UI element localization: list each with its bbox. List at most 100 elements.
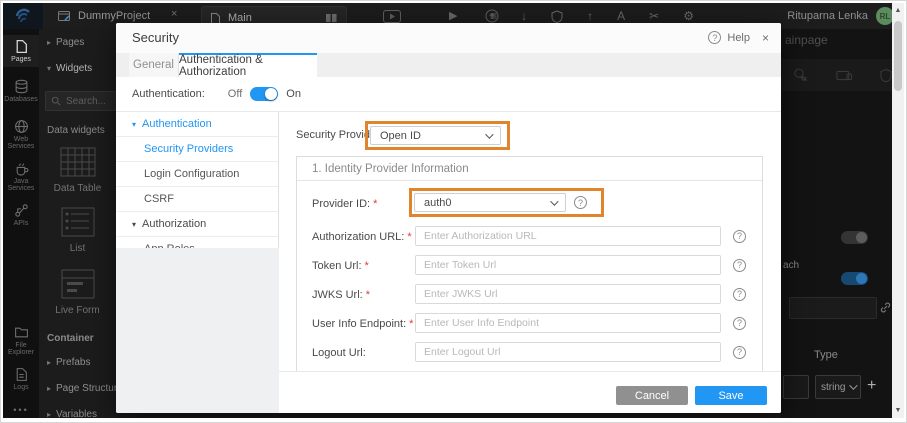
scroll-down-icon[interactable]: ▼	[892, 407, 904, 414]
widget-tile-data-table[interactable]: Data Table	[39, 147, 116, 194]
jwks-url-input[interactable]	[415, 284, 721, 304]
panel-section-label: Widgets	[56, 63, 93, 74]
user-info-endpoint-input[interactable]	[415, 313, 721, 333]
field-label: Token Url:	[312, 260, 362, 272]
token-url-input[interactable]	[415, 255, 721, 275]
panel-link-variables[interactable]: ▸ Variables	[39, 409, 97, 418]
field-row-jwks-url: JWKS Url:* ?	[312, 284, 762, 304]
nav-item-login-configuration[interactable]: Login Configuration	[116, 162, 278, 187]
required-asterisk: *	[365, 289, 371, 301]
help-button[interactable]: ? Help	[708, 31, 750, 44]
tile-label: List	[69, 243, 86, 254]
export-icon[interactable]: ↑	[587, 9, 593, 23]
panel-section-widgets[interactable]: ▾ Widgets	[39, 63, 92, 74]
panel-link-page-structure[interactable]: ▸ Page Structure	[39, 383, 116, 394]
scrollbar-thumb[interactable]	[894, 21, 902, 91]
sidebar-item-web-services[interactable]: Web Services	[3, 115, 39, 154]
nav-item-security-providers[interactable]: Security Providers	[116, 137, 278, 162]
field-help-icon[interactable]: ?	[733, 229, 746, 243]
property-label: ach	[783, 260, 800, 271]
authentication-label: Authentication:	[132, 88, 205, 100]
properties-panel: ainpage ach Type string +	[781, 29, 892, 418]
inspect-cursor-icon[interactable]	[793, 67, 808, 83]
nav-group-authorization[interactable]: ▾ Authorization	[116, 212, 278, 237]
field-help-icon[interactable]: ?	[733, 316, 746, 330]
panel-section-label: Pages	[56, 37, 85, 48]
annotation-highlight-provider-id: auth0 ?	[409, 188, 604, 217]
logout-url-input[interactable]	[415, 342, 721, 362]
left-rail: Pages Databases Web Services Java Servic…	[3, 29, 39, 418]
field-label-wrap: Authorization URL: *	[312, 227, 415, 245]
user-menu[interactable]: Rituparna Lenka RL	[787, 3, 894, 29]
wavemaker-logo-icon[interactable]	[3, 3, 43, 29]
cancel-button[interactable]: Cancel	[616, 386, 688, 405]
preview-video-icon[interactable]	[383, 10, 401, 23]
property-value-input[interactable]	[789, 297, 877, 319]
widget-search-input[interactable]: Search...	[45, 91, 116, 111]
run-icon[interactable]: ▶	[449, 9, 457, 22]
sidebar-item-apis[interactable]: APIs	[3, 199, 39, 231]
annotation-highlight-provider: Open ID	[365, 121, 510, 150]
chevron-right-icon: ▸	[47, 38, 52, 47]
more-options-icon[interactable]: •••	[3, 405, 39, 415]
close-dialog-icon[interactable]: ×	[762, 31, 769, 45]
scroll-up-icon[interactable]: ▲	[892, 7, 904, 14]
authorization-url-input[interactable]	[415, 226, 721, 246]
nav-group-authentication[interactable]: ▾ Authentication	[116, 112, 278, 137]
coffee-cup-icon	[16, 163, 28, 176]
panel-link-prefabs[interactable]: ▸ Prefabs	[39, 357, 90, 368]
more-menu-icon[interactable]: ≡	[490, 9, 497, 23]
sidebar-item-databases[interactable]: Databases	[3, 75, 39, 107]
widget-tile-list[interactable]: List	[39, 207, 116, 254]
sidebar-item-logs[interactable]: Logs	[3, 363, 39, 395]
sidebar-item-pages[interactable]: Pages	[3, 35, 39, 67]
property-toggle-on[interactable]	[841, 272, 868, 285]
nav-group-label: Authorization	[142, 218, 207, 230]
pages-icon	[16, 39, 27, 54]
field-help-icon[interactable]: ?	[733, 258, 746, 272]
add-param-icon[interactable]: +	[867, 377, 876, 395]
field-help-icon[interactable]: ?	[733, 287, 746, 301]
live-form-icon	[61, 269, 94, 299]
property-toggle-off[interactable]	[841, 231, 868, 244]
type-select[interactable]: string	[815, 375, 861, 399]
window-scrollbar[interactable]: ▲ ▼	[892, 3, 904, 418]
nav-item-csrf[interactable]: CSRF	[116, 187, 278, 212]
chevron-right-icon: ▸	[47, 410, 52, 418]
security-provider-select[interactable]: Open ID	[370, 126, 501, 145]
nav-filler	[116, 248, 279, 413]
localization-icon[interactable]: A	[617, 9, 625, 23]
split-view-icon[interactable]	[325, 13, 338, 23]
tile-label: Live Form	[55, 305, 100, 316]
app-window: DummyProject × Main ▶ ≡ ↓ ↑ A ✂ ⚙ Ritupa…	[0, 0, 907, 423]
bind-link-icon[interactable]	[879, 301, 892, 314]
properties-toolbar	[781, 59, 892, 91]
authentication-toggle[interactable]	[250, 87, 279, 101]
sidebar-item-java-services[interactable]: Java Services	[3, 157, 39, 196]
panel-link-label: Variables	[56, 409, 97, 418]
close-project-icon[interactable]: ×	[171, 8, 177, 20]
provider-id-select[interactable]: auth0	[414, 193, 566, 212]
rail-label: Java Services	[7, 178, 35, 192]
field-help-icon[interactable]: ?	[574, 196, 587, 209]
save-button[interactable]: Save	[695, 386, 767, 405]
shield-outline-icon[interactable]	[880, 68, 892, 83]
settings-gear-icon[interactable]: ⚙	[683, 9, 694, 23]
field-help-icon[interactable]: ?	[733, 345, 746, 359]
field-row-user-info-endpoint: User Info Endpoint:* ?	[312, 313, 762, 333]
field-row-logout-url: Logout Url: ?	[312, 342, 762, 362]
panel-section-pages[interactable]: ▸ Pages	[39, 37, 84, 48]
tab-general[interactable]: General	[129, 53, 179, 77]
data-table-icon	[60, 147, 95, 177]
tile-label: Data Table	[53, 183, 102, 194]
import-icon[interactable]: ↓	[521, 9, 527, 23]
field-label-wrap: Token Url: *	[312, 256, 415, 274]
security-shield-icon[interactable]	[551, 9, 563, 23]
branch-icon[interactable]: ✂	[649, 9, 659, 23]
rail-label: Web Services	[7, 136, 35, 150]
sidebar-item-file-explorer[interactable]: File Explorer	[3, 321, 39, 360]
tab-authentication-authorization[interactable]: Authentication & Authorization	[179, 53, 317, 78]
widget-tile-live-form[interactable]: Live Form	[39, 269, 116, 316]
param-name-input[interactable]	[783, 375, 809, 399]
device-preview-icon[interactable]	[836, 69, 852, 82]
